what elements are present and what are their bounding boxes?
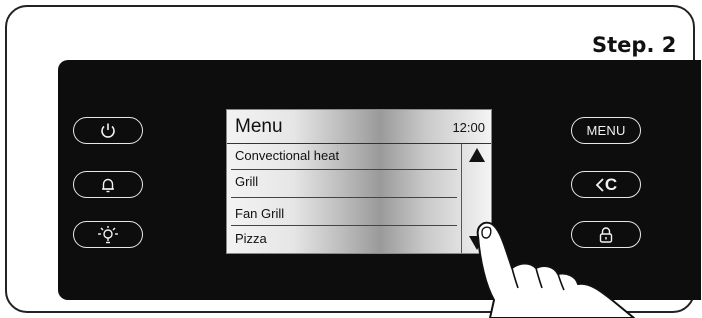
menu-item-fan-grill[interactable]: Fan Grill [231,203,457,225]
step-label: Step. 2 [592,33,677,57]
lock-icon [597,226,615,244]
lamp-icon [97,225,119,245]
lock-button[interactable] [571,221,641,248]
back-button-label: C [604,174,618,194]
clock-time: 12:00 [452,120,485,135]
arrow-up-icon[interactable] [469,148,485,162]
menu-button-label: MENU [586,123,626,138]
screen-title: Menu [235,116,283,137]
back-arrow-icon [595,177,605,193]
menu-item-pizza[interactable]: Pizza [231,228,457,250]
display-screen: Menu 12:00 Convectional heat Grill Fan G… [226,109,492,254]
scrollbar[interactable] [461,144,491,253]
back-button[interactable]: C [571,171,641,198]
menu-item-grill[interactable]: Grill [231,171,457,193]
light-button[interactable] [73,221,143,248]
menu-item-convectional-heat[interactable]: Convectional heat [231,145,457,167]
power-button[interactable] [73,117,143,144]
power-icon [99,122,117,140]
header-divider [227,143,491,144]
item-divider [231,197,457,198]
item-divider [231,169,457,170]
item-divider [231,225,457,226]
alarm-button[interactable] [73,171,143,198]
bell-icon [99,176,117,194]
menu-button[interactable]: MENU [571,117,641,144]
arrow-down-icon[interactable] [469,236,485,250]
